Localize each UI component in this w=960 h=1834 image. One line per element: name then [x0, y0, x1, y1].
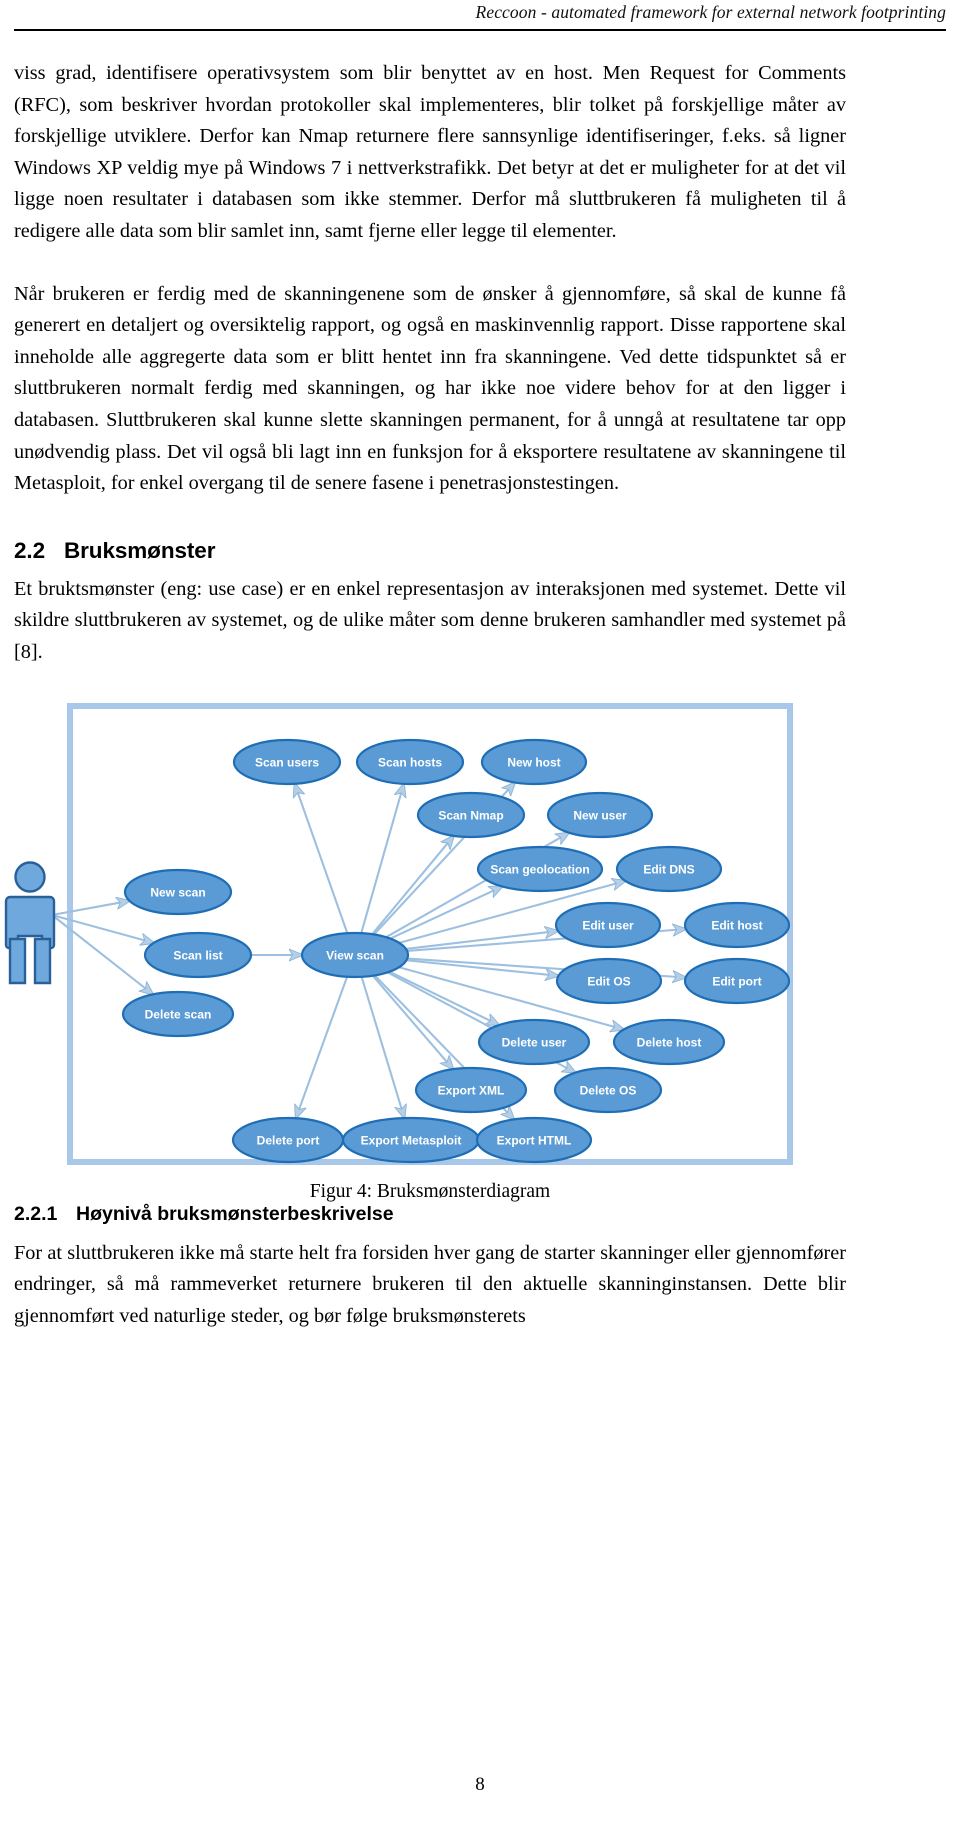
use-case-label: Scan list — [173, 948, 222, 962]
use-case-delete_user[interactable]: Delete user — [477, 1018, 591, 1065]
page-number: 8 — [475, 1774, 485, 1795]
section-heading-2-2-1: 2.2.1 Høynivå bruksmønsterbeskrivelse — [14, 1203, 846, 1226]
use-case-label: Edit host — [711, 918, 762, 932]
use-case-edit_user[interactable]: Edit user — [554, 901, 662, 948]
header-rule — [14, 29, 946, 31]
use-case-scan_nmap[interactable]: Scan Nmap — [416, 791, 526, 838]
use-case-scan_users[interactable]: Scan users — [232, 738, 342, 785]
figure-caption: Figur 4: Bruksmønsterdiagram — [309, 1180, 551, 1202]
use-case-export_xml[interactable]: Export XML — [414, 1066, 528, 1113]
use-case-label: Export Metasploit — [361, 1133, 462, 1147]
use-case-label: View scan — [326, 948, 384, 962]
paragraph-3: Et bruktsmønster (eng: use case) er en e… — [14, 577, 846, 663]
use-case-edit_port[interactable]: Edit port — [683, 957, 791, 1004]
section-number: 2.2 — [14, 537, 45, 563]
use-case-scan_geolocation[interactable]: Scan geolocation — [476, 845, 604, 892]
use-case-label: Scan hosts — [378, 755, 442, 769]
paragraph-4: For at sluttbrukeren ikke må starte helt… — [14, 1241, 846, 1327]
use-case-new_scan[interactable]: New scan — [123, 868, 233, 915]
use-case-label: Delete OS — [580, 1083, 637, 1097]
use-case-label: New scan — [150, 885, 205, 899]
use-case-new_user[interactable]: New user — [546, 791, 654, 838]
use-case-delete_os[interactable]: Delete OS — [553, 1066, 663, 1113]
use-case-view_scan[interactable]: View scan — [300, 931, 410, 978]
use-case-label: Scan geolocation — [490, 862, 589, 876]
use-case-diagram: Scan users Scan hosts New host Scan Nmap New… — [4, 738, 791, 1163]
use-case-delete_scan[interactable]: Delete scan — [121, 990, 235, 1037]
subsection-title: Høynivå bruksmønsterbeskrivelse — [76, 1202, 394, 1225]
use-case-label: Edit port — [712, 974, 761, 988]
page-header: Reccoon - automated framework for extern… — [0, 0, 960, 34]
use-case-delete_host[interactable]: Delete host — [612, 1018, 726, 1065]
connector-view-scan-to-delete_port — [296, 975, 349, 1117]
use-case-label: Export HTML — [497, 1133, 572, 1147]
connector-view-scan-to-scan_users — [295, 783, 349, 934]
use-case-label: Delete scan — [145, 1007, 212, 1021]
use-case-label: New user — [573, 808, 627, 822]
use-case-label: Delete user — [502, 1035, 567, 1049]
running-title: Reccoon - automated framework for extern… — [475, 2, 946, 22]
use-case-label: Edit OS — [587, 974, 630, 988]
page-content: viss grad, identifisere operativsystem s… — [4, 58, 846, 1332]
actor-shape — [33, 937, 52, 984]
section-heading-2-2: 2.2 Bruksmønster — [14, 538, 846, 564]
connector-actor-to-scan_list — [51, 913, 154, 943]
use-case-scan_hosts[interactable]: Scan hosts — [355, 738, 465, 785]
paragraph-2: Når brukeren er ferdig med de skanningen… — [14, 282, 846, 495]
paragraph-1: viss grad, identifisere operativsystem s… — [14, 62, 846, 242]
use-case-export_metasploit[interactable]: Export Metasploit — [341, 1116, 481, 1163]
use-case-edit_host[interactable]: Edit host — [683, 901, 791, 948]
use-case-delete_port[interactable]: Delete port — [231, 1116, 345, 1163]
actor-end-user — [4, 860, 56, 984]
use-case-label: New host — [507, 755, 560, 769]
section-title: Bruksmønster — [64, 537, 216, 563]
use-case-new_host[interactable]: New host — [480, 738, 588, 785]
figure-4: Scan users Scan hosts New host Scan Nmap New… — [4, 702, 846, 1203]
connector-actor-to-new_scan — [51, 900, 129, 916]
use-case-label: Scan users — [255, 755, 319, 769]
use-case-label: Edit DNS — [643, 862, 694, 876]
use-case-scan_list[interactable]: Scan list — [143, 931, 253, 978]
use-case-label: Export XML — [438, 1083, 505, 1097]
use-case-label: Delete port — [257, 1133, 320, 1147]
use-case-label: Delete host — [637, 1035, 702, 1049]
actor-shape — [8, 937, 27, 984]
use-case-edit_dns[interactable]: Edit DNS — [615, 845, 723, 892]
use-case-export_html[interactable]: Export HTML — [475, 1116, 593, 1163]
use-case-edit_os[interactable]: Edit OS — [555, 957, 663, 1004]
use-case-label: Edit user — [582, 918, 634, 932]
use-case-nodes: Scan users Scan hosts New host Scan Nmap New… — [121, 738, 791, 1163]
use-case-label: Scan Nmap — [438, 808, 503, 822]
subsection-number: 2.2.1 — [14, 1202, 58, 1225]
use-case-diagram-frame: Scan users Scan hosts New host Scan Nmap New… — [4, 702, 793, 1165]
connector-actor-to-delete_scan — [51, 913, 153, 994]
actor-shape — [14, 860, 46, 893]
